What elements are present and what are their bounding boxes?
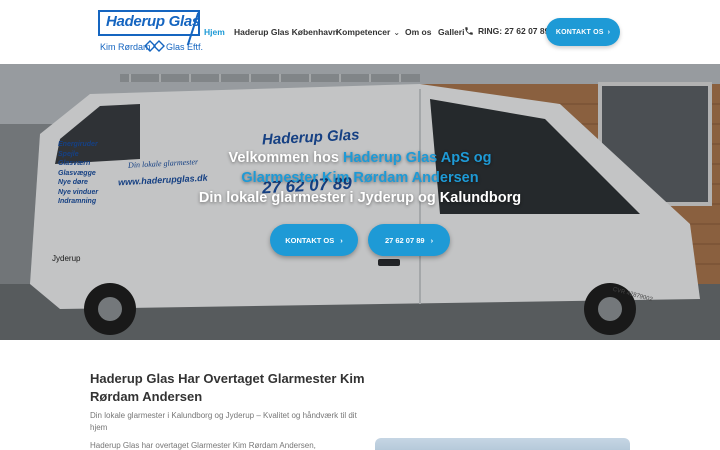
- chevron-right-icon: ›: [607, 28, 611, 36]
- phone-icon: [465, 27, 473, 35]
- site-header: Haderup Glas Kim Rørdam Glas Eftf. Hjem …: [0, 0, 720, 64]
- chevron-right-icon: ›: [340, 235, 343, 245]
- chevron-right-icon: ›: [430, 235, 434, 245]
- nav-item-galleri[interactable]: Galleri: [438, 27, 464, 37]
- logo-subtitle-right: Glas Eftf.: [166, 42, 204, 52]
- hero-heading-line3: Din lokale glarmester i Jyderup og Kalun…: [198, 190, 522, 206]
- section-image: [375, 438, 630, 450]
- header-contact-label: KONTAKT OS: [555, 28, 604, 36]
- hero-phone-button[interactable]: 27 62 07 89 ›: [368, 224, 450, 256]
- hero-contact-button[interactable]: KONTAKT OS ›: [270, 224, 358, 256]
- nav-item-hjem[interactable]: Hjem: [204, 27, 225, 37]
- hero-section: Energiruder Spejle Glasværn Glasvægge Ny…: [0, 64, 720, 340]
- logo-diamonds-icon: [145, 40, 165, 52]
- logo-title: Haderup Glas: [106, 13, 200, 30]
- hero-phone-label: 27 62 07 89: [384, 235, 425, 245]
- hero-contact-label: KONTAKT OS: [285, 235, 335, 245]
- nav-item-kompetencer[interactable]: Kompetencer ⌄: [336, 27, 400, 37]
- hero-heading-prefix: Velkommen hos: [228, 150, 343, 166]
- phone-link[interactable]: RING: 27 62 07 89: [464, 26, 549, 36]
- header-contact-button[interactable]: KONTAKT OS ›: [546, 18, 620, 46]
- nav-item-om-os[interactable]: Om os: [405, 27, 431, 37]
- logo-subtitle-left: Kim Rørdam: [100, 42, 151, 52]
- chevron-down-icon: ⌄: [393, 28, 401, 37]
- section-body: Haderup Glas har overtaget Glarmester Ki…: [90, 441, 316, 450]
- section-subtitle: Din lokale glarmester i Kalundborg og Jy…: [90, 411, 357, 432]
- nav-item-kompetencer-label: Kompetencer: [336, 27, 391, 37]
- hero-heading-highlight-1: Haderup Glas ApS og: [342, 150, 492, 166]
- hero-heading: Velkommen hos Haderup Glas ApS og Glarme…: [0, 148, 720, 208]
- nav-item-haderup-glas-kobenhavn[interactable]: Haderup Glas København: [234, 27, 338, 37]
- phone-label: RING: 27 62 07 89: [478, 26, 550, 36]
- section-title: Haderup Glas Har Overtaget Glarmester Ki…: [90, 371, 365, 404]
- hero-heading-highlight-2: Glarmester Kim Rørdam Andersen: [241, 170, 479, 186]
